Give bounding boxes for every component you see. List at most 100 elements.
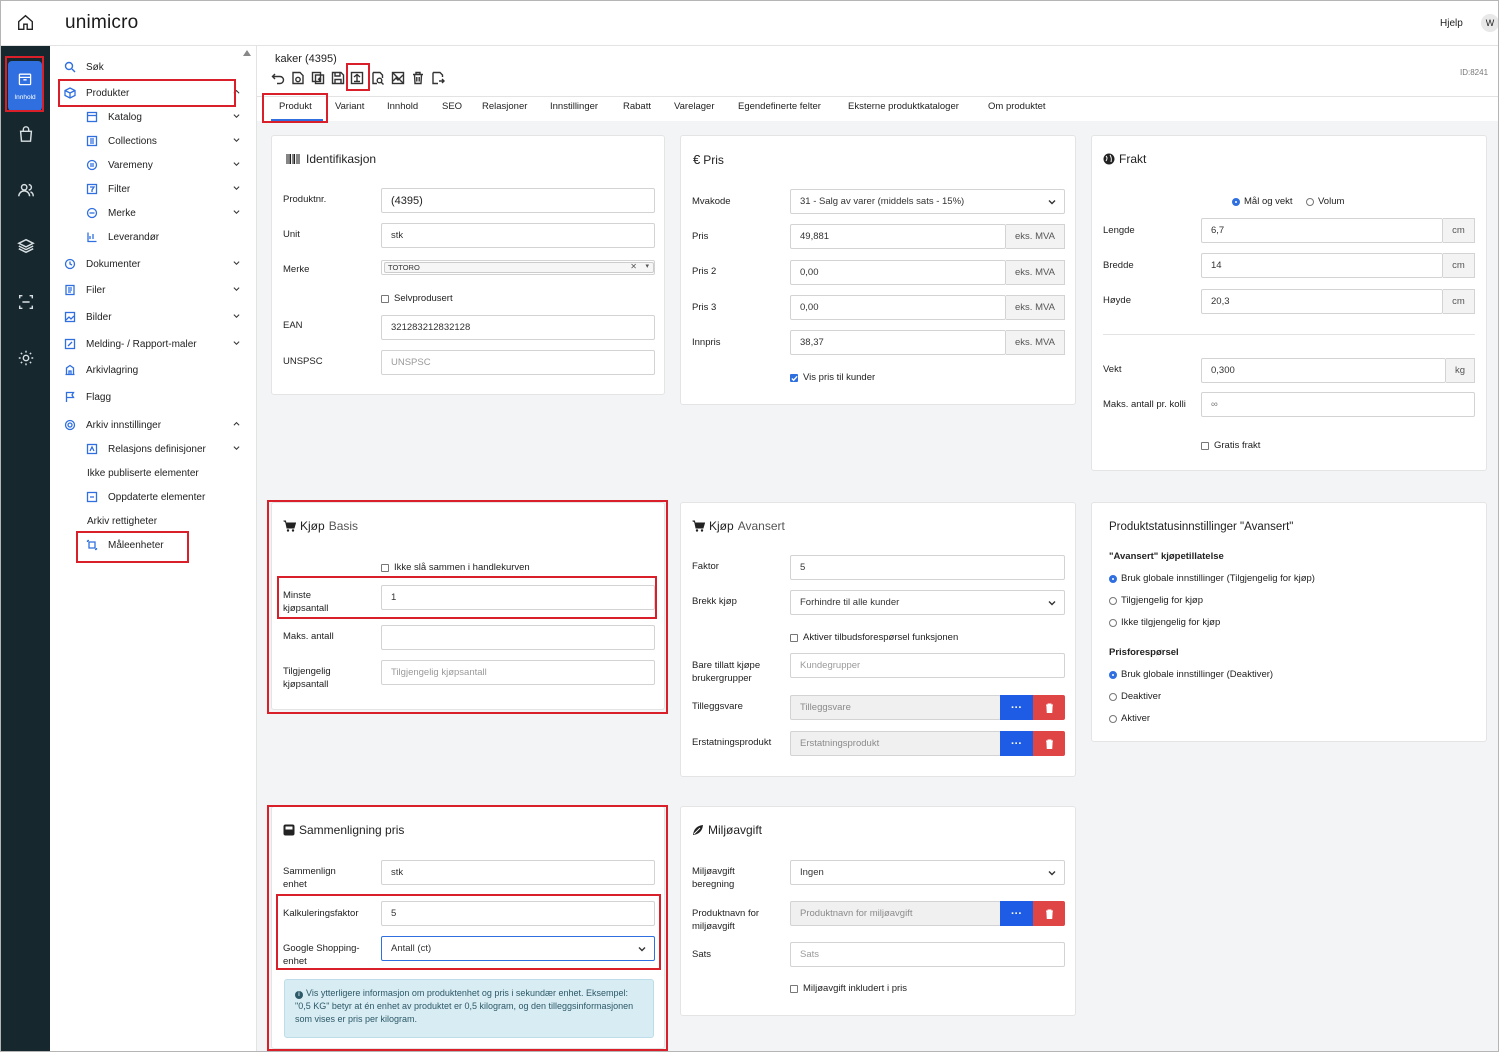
checkbox-box[interactable] bbox=[381, 294, 389, 303]
radio-dot[interactable] bbox=[1306, 197, 1314, 206]
rail-item-users[interactable] bbox=[1, 170, 50, 210]
maks-kolli-input[interactable]: ∞ bbox=[1201, 392, 1475, 417]
vis-pris-checkbox[interactable]: Vis pris til kunder bbox=[790, 372, 875, 383]
unit-input[interactable]: stk bbox=[381, 223, 655, 248]
pris2-input[interactable]: 0,00 bbox=[790, 260, 1006, 285]
checkbox-box[interactable] bbox=[381, 563, 389, 572]
tab-rabatt[interactable]: Rabatt bbox=[623, 101, 651, 112]
tilgjengelig-input[interactable]: Tilgjengelig kjøpsantall bbox=[381, 660, 655, 685]
tab-produkt[interactable]: Produkt bbox=[279, 101, 312, 112]
checkbox-box[interactable] bbox=[1201, 441, 1209, 450]
selvprodusert-checkbox[interactable]: Selvprodusert bbox=[381, 293, 453, 304]
image-remove-icon[interactable] bbox=[391, 71, 405, 85]
gratis-frakt-checkbox[interactable]: Gratis frakt bbox=[1201, 440, 1260, 451]
radio-dot[interactable] bbox=[1232, 197, 1240, 206]
sidebar-item-dokumenter[interactable]: Dokumenter bbox=[64, 255, 246, 273]
copy-icon[interactable] bbox=[311, 71, 325, 85]
maks-input[interactable] bbox=[381, 625, 655, 650]
preview-icon[interactable] bbox=[371, 71, 385, 85]
unspsc-input[interactable]: UNSPSC bbox=[381, 350, 655, 375]
vekt-input[interactable]: 0,300 bbox=[1201, 358, 1446, 383]
sidebar-item-oppdaterte[interactable]: Oppdaterte elementer bbox=[86, 488, 246, 506]
tab-eksterne[interactable]: Eksterne produktkataloger bbox=[848, 101, 959, 112]
radio-dot[interactable] bbox=[1109, 670, 1117, 679]
merke-select[interactable]: TOTORO ✕ ▾ bbox=[381, 260, 655, 275]
sidebar-item-leverandor[interactable]: Leverandør bbox=[86, 228, 246, 246]
radio-mal-og-vekt[interactable]: Mål og vekt bbox=[1232, 196, 1293, 207]
innpris-input[interactable]: 38,37 bbox=[790, 330, 1006, 355]
save-icon[interactable] bbox=[331, 71, 345, 85]
sidebar-item-varemeny[interactable]: Varemeny bbox=[86, 156, 246, 174]
tab-varelager[interactable]: Varelager bbox=[674, 101, 715, 112]
produktnavn-miljo-input[interactable]: Produktnavn for miljøavgift bbox=[790, 901, 1001, 926]
checkbox-box[interactable] bbox=[790, 633, 798, 642]
sidebar-item-flagg[interactable]: Flagg bbox=[64, 388, 246, 406]
brekk-select[interactable]: Forhindre til alle kunder bbox=[790, 590, 1065, 615]
tab-variant[interactable]: Variant bbox=[335, 101, 364, 112]
sats-input[interactable]: Sats bbox=[790, 942, 1065, 967]
sidebar-item-filer[interactable]: Filer bbox=[64, 281, 246, 299]
sidebar-item-merke[interactable]: Merke bbox=[86, 204, 246, 222]
tilleggsvare-delete-button[interactable] bbox=[1033, 695, 1065, 720]
mvakode-select[interactable]: 31 - Salg av varer (middels sats - 15%) bbox=[790, 189, 1065, 214]
sidebar-item-relasjons[interactable]: Relasjons definisjoner bbox=[86, 440, 246, 458]
sidebar-item-arkiv-rettigheter[interactable]: Arkiv rettigheter bbox=[87, 512, 247, 530]
radio-dot[interactable] bbox=[1109, 574, 1117, 583]
checkbox-box[interactable] bbox=[790, 373, 798, 382]
faktor-input[interactable]: 5 bbox=[790, 555, 1065, 580]
sidebar-item-maleenheter[interactable]: Måleenheter bbox=[86, 536, 246, 554]
undo-icon[interactable] bbox=[271, 71, 285, 85]
erstatning-browse-button[interactable]: ··· bbox=[1000, 731, 1033, 756]
kalkuleringsfaktor-input[interactable]: 5 bbox=[381, 901, 655, 926]
sidebar-item-sok[interactable]: Søk bbox=[64, 58, 246, 76]
sidebar-item-arkiv-innstillinger[interactable]: Arkiv innstillinger bbox=[64, 416, 246, 434]
google-shopping-select[interactable]: Antall (ct) bbox=[381, 936, 655, 961]
tab-om-produktet[interactable]: Om produktet bbox=[988, 101, 1046, 112]
miljo-inkludert-checkbox[interactable]: Miljøavgift inkludert i pris bbox=[790, 983, 907, 994]
export-icon[interactable] bbox=[431, 71, 445, 85]
sidebar-item-collections[interactable]: Collections bbox=[86, 132, 246, 150]
scroll-up-icon[interactable] bbox=[243, 50, 251, 56]
tab-seo[interactable]: SEO bbox=[442, 101, 462, 112]
new-doc-icon[interactable] bbox=[291, 71, 305, 85]
radio-dot[interactable] bbox=[1109, 714, 1117, 723]
ikke-sla-sammen-checkbox[interactable]: Ikke slå sammen i handlekurven bbox=[381, 562, 530, 573]
clear-icon[interactable]: ✕ bbox=[630, 262, 637, 271]
help-link[interactable]: Hjelp bbox=[1440, 18, 1463, 29]
trash-icon[interactable] bbox=[411, 71, 425, 85]
checkbox-box[interactable] bbox=[790, 984, 798, 993]
miljo-browse-button[interactable]: ··· bbox=[1000, 901, 1033, 926]
sidebar-item-katalog[interactable]: Katalog bbox=[86, 108, 246, 126]
radio-dot[interactable] bbox=[1109, 618, 1117, 627]
erstatningsprodukt-input[interactable]: Erstatningsprodukt bbox=[790, 731, 1001, 756]
radio-volum[interactable]: Volum bbox=[1306, 196, 1344, 207]
home-icon[interactable] bbox=[17, 14, 34, 34]
sidebar-item-filter[interactable]: Filter bbox=[86, 180, 246, 198]
kundegrupper-input[interactable]: Kundegrupper bbox=[790, 653, 1065, 678]
pris-input[interactable]: 49,881 bbox=[790, 224, 1006, 249]
logo[interactable]: unimicro bbox=[65, 12, 138, 34]
sidebar-item-bilder[interactable]: Bilder bbox=[64, 308, 246, 326]
publish-icon[interactable] bbox=[350, 71, 364, 85]
ean-input[interactable]: 321283212832128 bbox=[381, 315, 655, 340]
sidebar-item-produkter[interactable]: Produkter bbox=[64, 84, 246, 102]
radio-dot[interactable] bbox=[1109, 596, 1117, 605]
sidebar-item-ikke-publiserte[interactable]: Ikke publiserte elementer bbox=[87, 464, 247, 482]
lengde-input[interactable]: 6,7 bbox=[1201, 218, 1443, 243]
radio-g1-tilgjengelig[interactable]: Tilgjengelig for kjøp bbox=[1109, 595, 1203, 606]
rail-item-layers[interactable] bbox=[1, 226, 50, 266]
produktnr-input[interactable]: (4395) bbox=[381, 188, 655, 213]
radio-g1-global[interactable]: Bruk globale innstillinger (Tilgjengelig… bbox=[1109, 573, 1315, 584]
rail-item-innhold[interactable]: Innhold bbox=[8, 61, 42, 111]
radio-g2-aktiver[interactable]: Aktiver bbox=[1109, 713, 1150, 724]
sammenlign-enhet-input[interactable]: stk bbox=[381, 860, 655, 885]
tab-egendefinerte[interactable]: Egendefinerte felter bbox=[738, 101, 821, 112]
radio-dot[interactable] bbox=[1109, 692, 1117, 701]
radio-g1-ikke-tilgjengelig[interactable]: Ikke tilgjengelig for kjøp bbox=[1109, 617, 1220, 628]
miljoavgift-beregning-select[interactable]: Ingen bbox=[790, 860, 1065, 885]
miljo-delete-button[interactable] bbox=[1033, 901, 1065, 926]
pris3-input[interactable]: 0,00 bbox=[790, 295, 1006, 320]
radio-g2-deaktiver[interactable]: Deaktiver bbox=[1109, 691, 1161, 702]
hoyde-input[interactable]: 20,3 bbox=[1201, 289, 1443, 314]
avatar[interactable]: W bbox=[1481, 14, 1498, 32]
